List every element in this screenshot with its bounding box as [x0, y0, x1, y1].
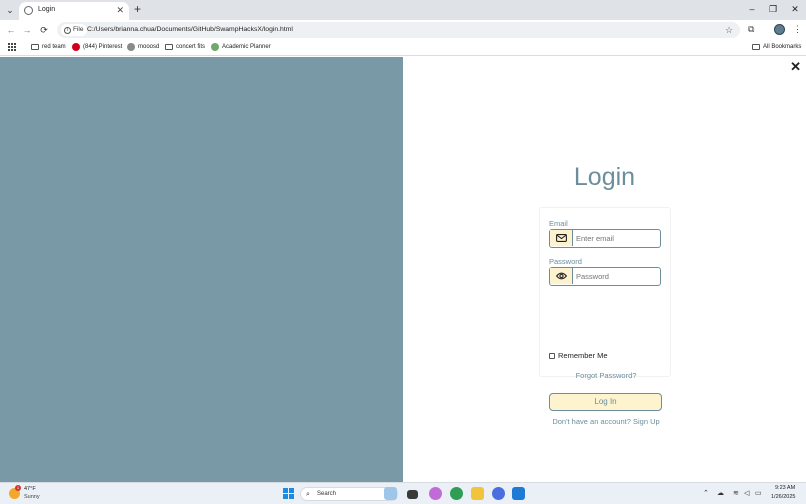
chevron-up-icon[interactable]: ⌃: [703, 489, 709, 498]
new-tab-icon[interactable]: +: [134, 3, 141, 16]
planner-icon: [211, 43, 219, 51]
apps-grid-icon[interactable]: [8, 43, 16, 51]
window-close-icon[interactable]: ✕: [788, 3, 802, 15]
bookmark-label: Academic Planner: [222, 44, 271, 50]
login-panel: ✕ Login Email Password: [403, 57, 806, 482]
bookmark-star-icon[interactable]: ☆: [725, 23, 733, 37]
remember-me[interactable]: Remember Me: [549, 351, 608, 360]
bookmark-pinterest[interactable]: (844) Pinterest: [72, 42, 122, 52]
clock-date[interactable]: 1/26/2025: [771, 494, 795, 500]
address-bar[interactable]: i File C:/Users/brianna.chua/Documents/G…: [57, 22, 740, 38]
messenger-icon[interactable]: [492, 487, 505, 500]
battery-icon[interactable]: ▭: [755, 489, 762, 498]
bookmark-red-team[interactable]: red team: [31, 42, 66, 52]
bookmark-academic-planner[interactable]: Academic Planner: [211, 42, 271, 52]
restore-icon[interactable]: ❐: [766, 3, 780, 15]
taskbar: 1 47°F Sunny ⌕ Search ⌃ ☁ ≋ ◁ ▭ 9:23 AM …: [0, 482, 806, 504]
search-icon: ⌕: [306, 491, 310, 498]
tab-close-icon[interactable]: ✕: [116, 4, 124, 16]
bookmark-label: concert fits: [176, 44, 206, 50]
url-text[interactable]: C:/Users/brianna.chua/Documents/GitHub/S…: [87, 25, 293, 35]
forgot-password-link[interactable]: Forgot Password?: [540, 371, 672, 380]
folder-app-icon[interactable]: [471, 487, 484, 500]
remember-label: Remember Me: [558, 351, 608, 360]
reload-icon[interactable]: ⟳: [37, 23, 51, 37]
mail-icon: [550, 230, 573, 246]
bookmarks-bar: red team (844) Pinterest mooosd concert …: [0, 39, 806, 56]
close-icon[interactable]: ✕: [790, 60, 801, 74]
profile-avatar[interactable]: [774, 24, 785, 35]
globe-icon: [24, 6, 33, 15]
folder-icon: [31, 44, 39, 50]
minimize-icon[interactable]: –: [745, 3, 759, 15]
volume-icon[interactable]: ◁: [744, 489, 749, 498]
bookmark-concert-fits[interactable]: concert fits: [165, 42, 205, 52]
all-bookmarks[interactable]: All Bookmarks: [752, 42, 801, 52]
forward-arrow-icon[interactable]: →: [20, 23, 34, 37]
password-label: Password: [549, 257, 582, 266]
log-in-button[interactable]: Log In: [549, 393, 662, 411]
browser-toolbar: ← → ⟳ i File C:/Users/brianna.chua/Docum…: [0, 20, 806, 39]
tab-login[interactable]: Login ✕: [19, 2, 129, 20]
scheme-label: File: [73, 26, 84, 33]
site-info-chip[interactable]: i File: [61, 24, 88, 36]
sign-up-link[interactable]: Don't have an account? Sign Up: [540, 417, 672, 426]
copilot-icon[interactable]: [429, 487, 442, 500]
folder-icon: [165, 44, 173, 50]
tab-search-chevron-icon[interactable]: ⌄: [3, 3, 17, 17]
bookmark-mooosd[interactable]: mooosd: [127, 42, 159, 52]
page-viewport: ✕ Login Email Password: [0, 57, 806, 482]
pinterest-icon: [72, 43, 80, 51]
login-title: Login: [573, 163, 636, 191]
remember-checkbox[interactable]: [549, 352, 555, 359]
vscode-icon[interactable]: [512, 487, 525, 500]
folder-icon: [752, 44, 760, 50]
password-field: [549, 267, 661, 286]
email-input[interactable]: [574, 230, 658, 246]
bookmark-label: mooosd: [138, 44, 160, 50]
tab-title: Login: [38, 6, 56, 13]
bookmark-label: red team: [42, 44, 66, 50]
tab-strip: ⌄ Login ✕ + – ❐ ✕: [0, 0, 806, 20]
wifi-icon[interactable]: ≋: [733, 489, 739, 498]
email-label: Email: [549, 219, 568, 228]
chrome-icon[interactable]: [450, 487, 463, 500]
taskbar-search-label: Search: [317, 491, 337, 497]
info-icon: i: [64, 26, 71, 34]
moodboard-icon: [127, 43, 135, 51]
eye-icon[interactable]: [550, 268, 573, 284]
extensions-puzzle-icon[interactable]: ⧉: [748, 22, 754, 36]
search-highlight-icon[interactable]: [384, 487, 397, 500]
left-color-panel: [0, 57, 403, 482]
file-explorer-dark-icon[interactable]: [407, 490, 418, 499]
weather-description: Sunny: [24, 494, 40, 500]
login-form: Email Password: [539, 207, 672, 426]
back-arrow-icon[interactable]: ←: [4, 23, 18, 37]
weather-badge: 1: [15, 485, 21, 491]
bookmark-label: (844) Pinterest: [83, 44, 123, 50]
cloud-icon[interactable]: ☁: [717, 489, 724, 498]
clock-time[interactable]: 9:23 AM: [775, 485, 795, 491]
all-bookmarks-label: All Bookmarks: [763, 44, 802, 50]
weather-temperature: 47°F: [24, 486, 36, 492]
email-field: [549, 229, 661, 248]
password-input[interactable]: [574, 268, 658, 284]
windows-start-icon[interactable]: [283, 488, 294, 499]
menu-kebab-icon[interactable]: ⋮: [793, 22, 802, 36]
